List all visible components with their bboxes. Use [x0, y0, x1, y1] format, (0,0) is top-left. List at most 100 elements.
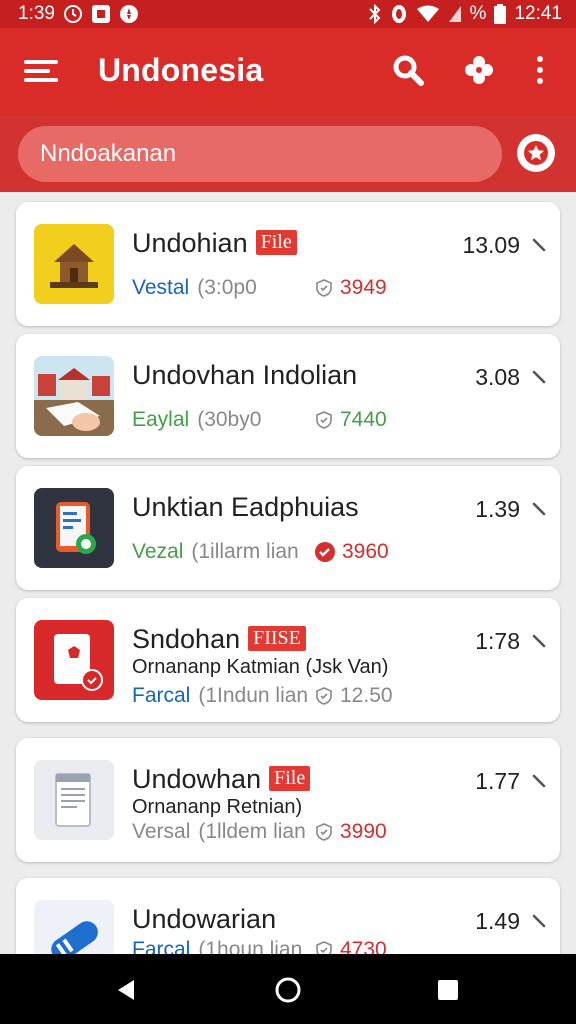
message-icon [91, 4, 111, 24]
system-nav-bar [0, 954, 576, 1024]
shield-icon [316, 823, 332, 841]
item-meta: Farcal (1Indun lian 12.50 [132, 684, 393, 708]
app-title: Undonesia [98, 52, 264, 88]
item-version: 1:78 [475, 628, 520, 654]
item-stat: 3960 [342, 540, 389, 563]
item-chevron-button[interactable] [532, 502, 546, 516]
item-title: Undovhan Indolian [132, 360, 358, 390]
overflow-menu-button[interactable] [520, 50, 560, 90]
item-meta: Farcal (1houn lian 4730 [132, 938, 387, 954]
favorites-button[interactable] [517, 134, 555, 172]
item-stat: 4730 [340, 938, 387, 954]
item-info: (1Indun lian [198, 684, 309, 707]
item-title: Undohian File [132, 228, 297, 259]
bluetooth-icon [368, 4, 382, 24]
notification-icon [119, 4, 139, 24]
item-stat: 7440 [340, 408, 387, 431]
item-meta: Eaylal (30by0 7440 [132, 408, 387, 432]
search-icon [393, 55, 424, 86]
item-chevron-button[interactable] [532, 914, 546, 928]
home-circle-icon [275, 977, 301, 1003]
file-badge: File [255, 230, 297, 255]
wifi-icon [416, 5, 440, 23]
item-info: (1houn lian [198, 938, 303, 954]
verified-check-icon [315, 542, 335, 562]
item-title: Undowarian [132, 904, 277, 934]
list-item[interactable]: Undowarian Farcal (1houn lian 4730 1.49 [16, 878, 560, 954]
status-time-right: 12:41 [514, 3, 562, 24]
signal-icon [448, 5, 462, 23]
edit-icon [532, 370, 546, 384]
more-vert-icon [537, 56, 543, 84]
item-subtitle: Ornananp Katmian (Jsk Van) [132, 656, 389, 678]
item-version: 3.08 [475, 364, 520, 390]
app-list: Undohian File Vestal (3:0p0 3949 13.09 Un… [0, 192, 576, 954]
item-chevron-button[interactable] [532, 634, 546, 648]
status-percent-glyph: % [469, 3, 487, 24]
edit-icon [532, 238, 546, 252]
item-tag: Eaylal [132, 408, 190, 431]
list-item[interactable]: Undovhan Indolian Eaylal (30by0 7440 3.0… [16, 334, 560, 458]
search-bar-row: Nndoakanan [0, 116, 576, 192]
item-meta: Vezal (1illarm lian 3960 [132, 540, 389, 564]
battery-icon [494, 4, 507, 24]
edit-icon [532, 774, 546, 788]
document-icon [34, 760, 114, 840]
settings-button[interactable] [459, 50, 499, 90]
data-saver-icon [390, 4, 408, 24]
house-icon [34, 224, 114, 304]
item-version: 1.49 [475, 908, 520, 934]
gear-icon [465, 56, 493, 84]
item-stat: 3949 [340, 276, 387, 299]
item-tag: Vezal [132, 540, 184, 563]
item-info: (30by0 [197, 408, 262, 431]
menu-button[interactable] [24, 58, 58, 84]
item-version: 1.77 [475, 768, 520, 794]
item-title: Sndohan FIISE [132, 624, 306, 655]
item-subtitle: Ornananp Retnian) [132, 796, 303, 818]
list-item[interactable]: Unktian Eadphuias Vezal (1illarm lian 39… [16, 466, 560, 590]
item-title: Unktian Eadphuias [132, 492, 359, 522]
item-chevron-button[interactable] [532, 370, 546, 384]
back-button[interactable] [106, 972, 146, 1008]
search-input[interactable]: Nndoakanan [18, 126, 502, 182]
item-version: 13.09 [462, 232, 520, 258]
search-button[interactable] [388, 50, 428, 90]
item-meta: Versal (1lldem lian 3990 [132, 820, 387, 844]
item-chevron-button[interactable] [532, 238, 546, 252]
shield-icon [316, 941, 332, 954]
item-info: (1illarm lian [191, 540, 299, 563]
book-town-icon [34, 356, 114, 436]
home-button[interactable] [268, 972, 308, 1008]
item-tag: Farcal [132, 684, 191, 707]
phone-app-icon [34, 488, 114, 568]
item-info: (3:0p0 [197, 276, 257, 299]
status-time-left: 1:39 [18, 3, 55, 24]
recents-button[interactable] [428, 972, 468, 1008]
item-stat: 3990 [340, 820, 387, 843]
item-tag: Vestal [132, 276, 190, 299]
hamburger-icon [24, 60, 58, 82]
card-app-icon [34, 620, 114, 700]
clock-icon [63, 4, 83, 24]
item-chevron-button[interactable] [532, 774, 546, 788]
item-tag: Versal [132, 820, 191, 843]
item-info: (1lldem lian [198, 820, 306, 843]
recents-square-icon [438, 980, 458, 1000]
list-item[interactable]: Sndohan FIISE Ornananp Katmian (Jsk Van) … [16, 598, 560, 722]
app-bar: Undonesia [0, 28, 576, 116]
edit-icon [532, 914, 546, 928]
item-title: Undowhan File [132, 764, 311, 795]
item-meta: Vestal (3:0p0 3949 [132, 276, 387, 300]
status-bar: 1:39 % 12:41 [0, 0, 576, 28]
list-item[interactable]: Undohian File Vestal (3:0p0 3949 13.09 [16, 202, 560, 326]
item-tag: Farcal [132, 938, 191, 954]
star-icon [524, 141, 548, 165]
item-stat: 12.50 [340, 684, 393, 707]
shield-icon [316, 411, 332, 429]
list-item[interactable]: Undowhan File Ornananp Retnian) Versal (1… [16, 738, 560, 862]
shield-icon [316, 279, 332, 297]
back-triangle-icon [118, 980, 134, 1000]
edit-icon [532, 502, 546, 516]
shield-icon [316, 687, 332, 705]
